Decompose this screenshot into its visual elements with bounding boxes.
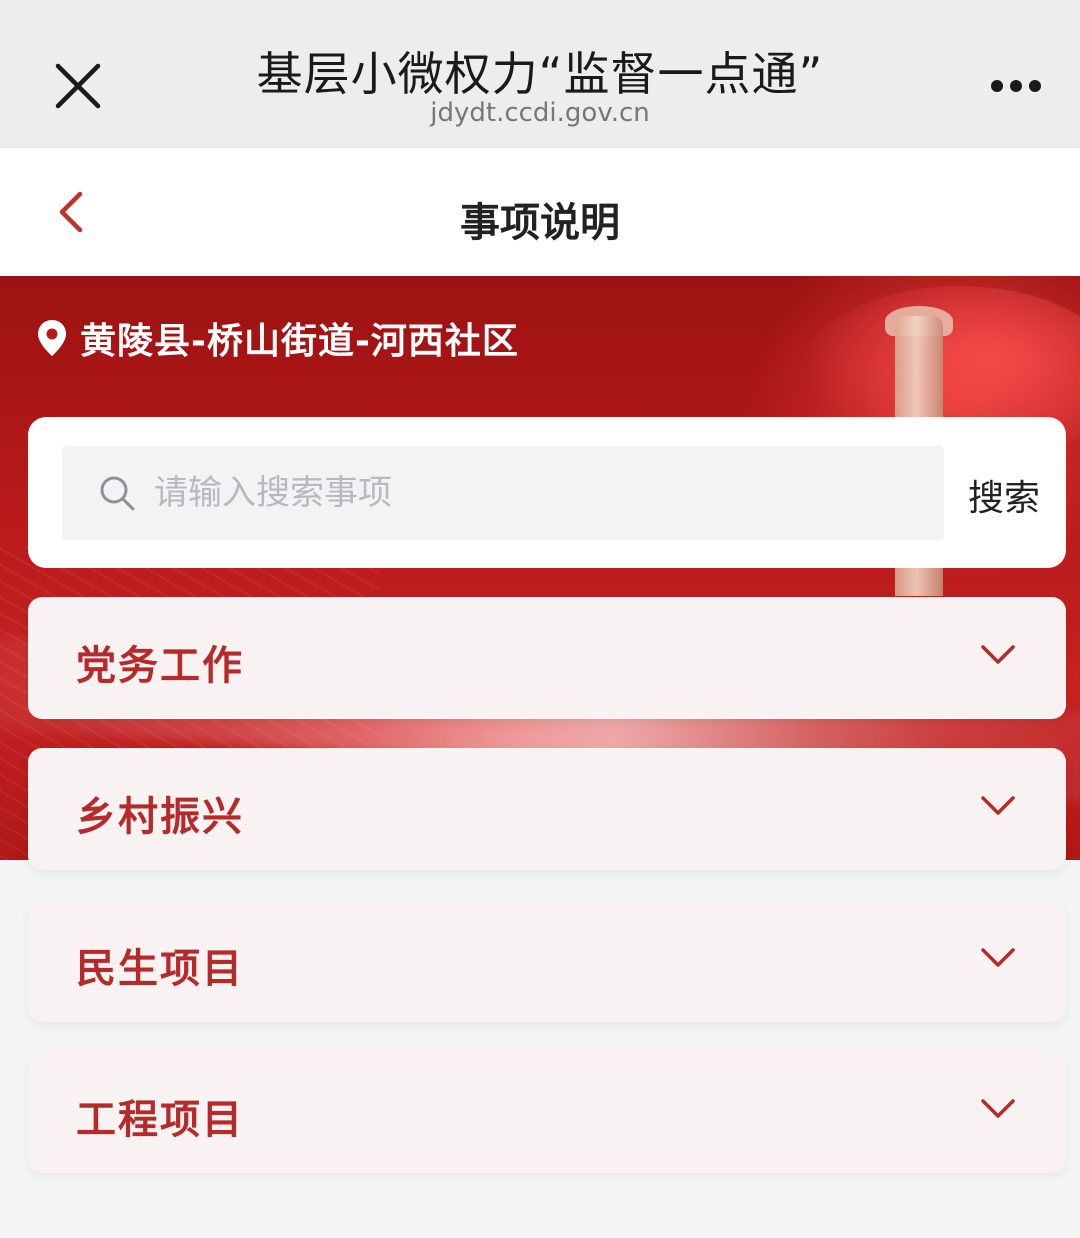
category-item-livelihood-projects[interactable]: 民生项目 — [28, 900, 1066, 1022]
more-icon[interactable] — [990, 78, 1042, 94]
search-input[interactable] — [154, 473, 854, 513]
location-text: 黄陵县-桥山街道-河西社区 — [80, 321, 519, 362]
category-label: 党务工作 — [76, 643, 244, 689]
chevron-down-icon — [981, 948, 1015, 967]
page-header: 事项说明 — [0, 148, 1080, 276]
browser-url: jdydt.ccdi.gov.cn — [430, 98, 650, 128]
category-item-engineering-projects[interactable]: 工程项目 — [28, 1051, 1066, 1173]
category-item-rural-revitalization[interactable]: 乡村振兴 — [28, 748, 1066, 870]
location-row: 黄陵县-桥山街道-河西社区 — [36, 312, 519, 364]
chevron-down-icon — [981, 796, 1015, 815]
category-label: 乡村振兴 — [76, 794, 244, 840]
search-icon — [100, 476, 135, 511]
category-item-party-affairs[interactable]: 党务工作 — [28, 597, 1066, 719]
location-pin-icon — [38, 320, 66, 356]
category-label: 工程项目 — [76, 1097, 244, 1143]
search-button[interactable]: 搜索 — [968, 469, 1040, 521]
page-title: 事项说明 — [460, 200, 620, 246]
search-box[interactable] — [62, 446, 944, 540]
search-card: 搜索 — [28, 417, 1066, 568]
browser-title: 基层小微权力“监督一点通” — [256, 47, 824, 101]
chevron-down-icon — [981, 645, 1015, 664]
chevron-down-icon — [981, 1099, 1015, 1118]
browser-bar: 基层小微权力“监督一点通” jdydt.ccdi.gov.cn — [0, 0, 1080, 148]
category-label: 民生项目 — [76, 946, 244, 992]
